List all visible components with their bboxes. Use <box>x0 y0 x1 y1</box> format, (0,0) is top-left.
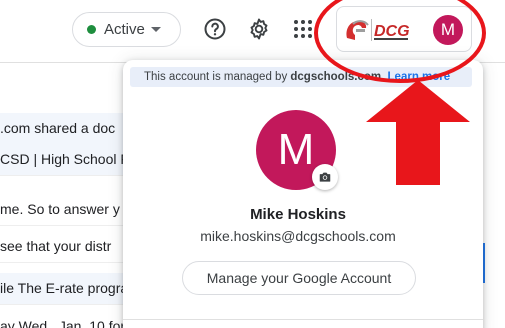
email-row[interactable]: .com shared a doc <box>0 113 130 145</box>
top-bar: Active DCG M <box>0 0 505 62</box>
email-row[interactable]: ay Wed., Jan. 10 for t <box>0 311 130 328</box>
divider <box>123 319 483 320</box>
apps-grid-icon <box>294 20 312 38</box>
change-photo-button[interactable] <box>312 164 338 190</box>
dcg-logo: DCG <box>346 19 410 41</box>
manage-account-button[interactable]: Manage your Google Account <box>182 261 416 295</box>
help-icon <box>204 18 226 40</box>
settings-button[interactable] <box>245 15 273 43</box>
apps-button[interactable] <box>289 15 317 43</box>
status-dot-icon <box>87 25 96 34</box>
dcg-logo-text: DCG <box>374 23 410 40</box>
email-row[interactable]: see that your distr <box>0 231 130 263</box>
help-button[interactable] <box>201 15 229 43</box>
managed-domain: dcgschools.com <box>290 71 382 83</box>
account-switcher[interactable]: DCG M <box>336 6 472 52</box>
managed-prefix: This account is managed by <box>144 71 291 83</box>
user-email: mike.hoskins@dcgschools.com <box>200 228 396 244</box>
camera-icon <box>319 172 331 182</box>
email-row[interactable]: me. So to answer y <box>0 194 130 226</box>
learn-more-link[interactable]: Learn more <box>388 71 451 83</box>
caret-down-icon <box>150 27 161 32</box>
email-row[interactable]: ile The E-rate progra <box>0 273 130 305</box>
user-name: Mike Hoskins <box>250 206 346 223</box>
screen: Active DCG M .com shared a doc CSD | Hig… <box>0 0 505 328</box>
email-row[interactable]: CSD | High School F <box>0 144 130 176</box>
status-label: Active <box>104 21 145 38</box>
avatar[interactable]: M <box>433 15 463 45</box>
account-popup: This account is managed by dcgschools.co… <box>123 60 483 328</box>
status-dropdown[interactable]: Active <box>72 12 181 47</box>
managed-banner: This account is managed by dcgschools.co… <box>130 67 472 87</box>
settings-icon <box>250 18 268 40</box>
